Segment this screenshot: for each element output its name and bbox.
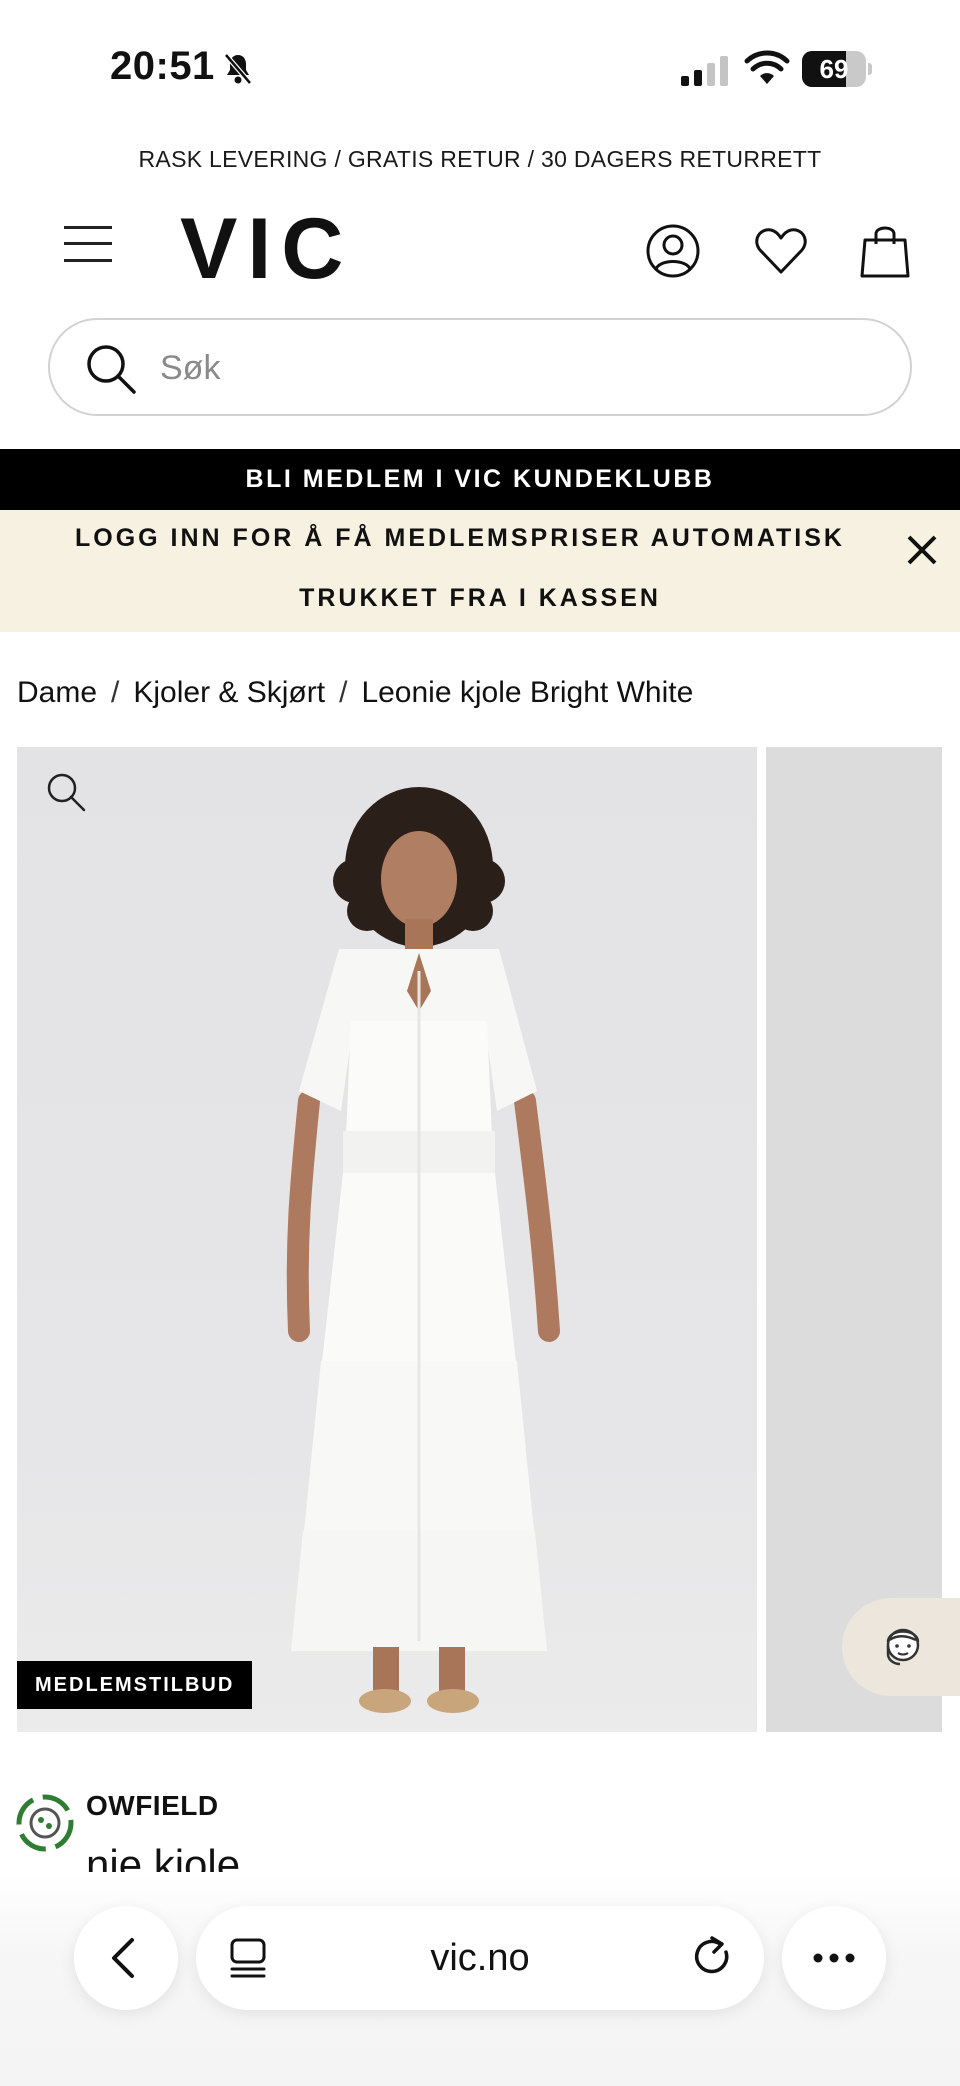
battery-level: 69 <box>819 54 849 84</box>
member-offer-badge: MEDLEMSTILBUD <box>17 1661 253 1709</box>
wifi-icon <box>744 50 790 84</box>
login-banner-line-2: TRUKKET FRA I KASSEN <box>299 584 661 612</box>
account-icon[interactable] <box>644 222 702 280</box>
search-icon <box>87 345 136 394</box>
vic-logo[interactable]: VIC <box>180 206 353 292</box>
breadcrumb: Dame / Kjoler & Skjørt / Leonie kjole Bright… <box>17 676 693 710</box>
status-time: 20:51 <box>110 44 215 88</box>
breadcrumb-item-kjoler-skjort[interactable]: Kjoler & Skjørt <box>133 676 325 709</box>
address-bar[interactable]: vic.no <box>196 1906 764 2010</box>
url-text[interactable]: vic.no <box>196 1906 764 2010</box>
brand-name[interactable]: OWFIELD <box>86 1790 219 1822</box>
reload-icon[interactable] <box>690 1934 736 1980</box>
next-product-image[interactable] <box>766 747 942 1732</box>
product-title: nie kjole <box>86 1841 241 1872</box>
status-bar: 20:51 69 <box>0 0 960 140</box>
member-club-banner[interactable]: BLI MEDLEM I VIC KUNDEKLUBB <box>0 449 960 510</box>
shopping-bag-icon[interactable] <box>856 222 914 280</box>
breadcrumb-item-dame[interactable]: Dame <box>17 676 97 709</box>
zoom-icon[interactable] <box>45 771 87 813</box>
breadcrumb-item-current: Leonie kjole Bright White <box>361 676 694 709</box>
search-bar[interactable] <box>48 318 912 416</box>
ellipsis-icon <box>813 1953 855 1963</box>
menu-button[interactable] <box>64 222 114 266</box>
back-button[interactable] <box>74 1906 178 2010</box>
model-photo <box>286 787 560 1713</box>
bell-slash-icon <box>224 53 252 85</box>
support-agent-icon <box>886 1628 920 1666</box>
breadcrumb-separator: / <box>111 676 120 709</box>
customer-service-chat-button[interactable] <box>842 1598 960 1696</box>
heart-icon[interactable] <box>752 222 810 280</box>
more-options-button[interactable] <box>782 1906 886 2010</box>
close-icon[interactable] <box>904 532 940 568</box>
chevron-left-icon <box>112 1938 134 1978</box>
battery-icon: 69 <box>802 51 872 87</box>
cellular-signal-icon <box>681 56 728 86</box>
search-input[interactable] <box>160 340 860 396</box>
shipping-promo-text: RASK LEVERING / GRATIS RETUR / 30 DAGERS… <box>138 146 822 172</box>
product-image[interactable]: MEDLEMSTILBUD <box>17 747 757 1732</box>
login-banner-line-1: LOGG INN FOR Å FÅ MEDLEMSPRISER AUTOMATI… <box>75 524 845 552</box>
brand-logo <box>16 1794 74 1852</box>
login-banner: LOGG INN FOR Å FÅ MEDLEMSPRISER AUTOMATI… <box>0 510 960 632</box>
breadcrumb-separator: / <box>339 676 348 709</box>
